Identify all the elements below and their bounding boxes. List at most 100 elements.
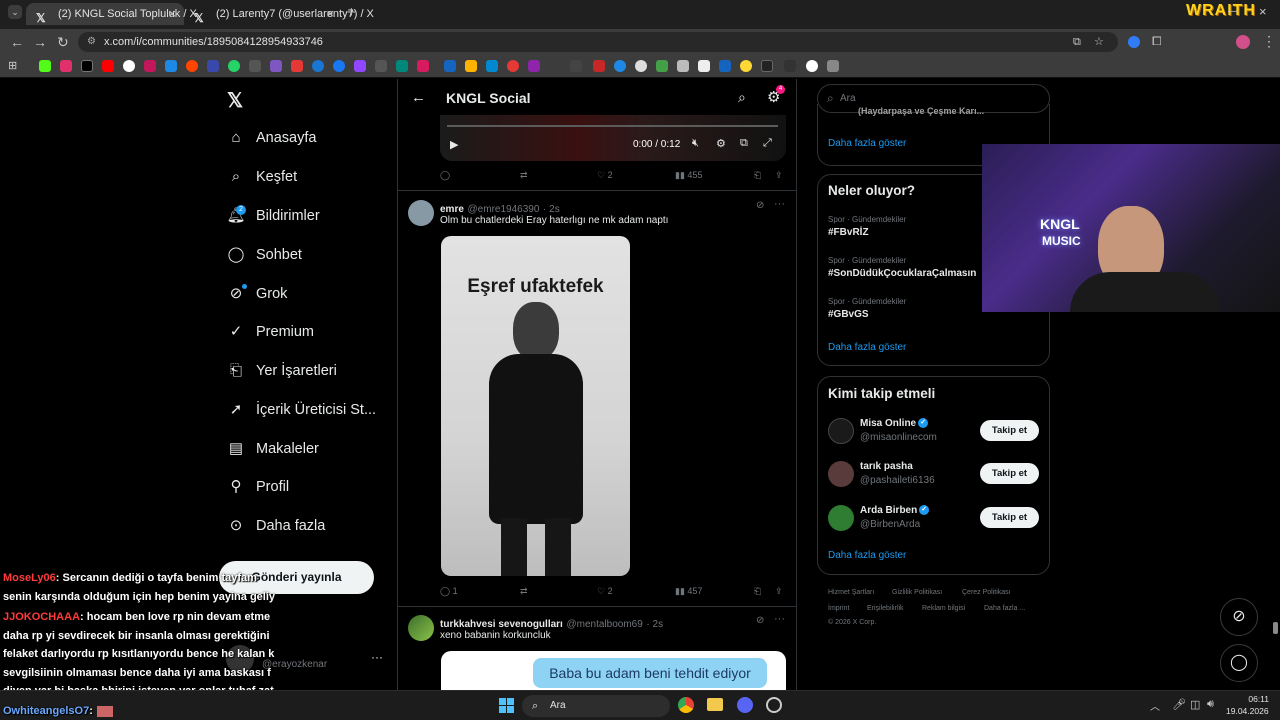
post-time[interactable]: · 2s [646,619,663,630]
footer-link[interactable]: Gizlilik Politikası [892,589,942,596]
retweet-icon[interactable]: ⇄ [520,586,528,597]
bookmark-star-icon[interactable]: ☆ [1094,32,1104,52]
reply-icon[interactable]: ◯ 1 [440,586,458,597]
bookmark-icon[interactable] [677,60,689,72]
search-icon[interactable]: ⌕ [738,89,746,106]
nav-bookmarks[interactable]: ⎗ Yer İşaretleri [226,356,337,386]
post-time[interactable]: · 2s [543,204,560,215]
video-player[interactable]: ▶ 0:00 / 0:12 🔇︎ ⚙ ⧉ ⤢ [440,115,786,161]
bookmark-icon[interactable] [784,60,796,72]
close-window-icon[interactable]: × [1259,4,1267,19]
taskbar-search[interactable]: ⌕ Ara [522,695,670,717]
profile-avatar[interactable] [1236,35,1250,49]
reload-icon[interactable]: ↻ [57,34,69,51]
cast-icon[interactable]: ⧉ [1073,32,1081,52]
post-author-name[interactable]: turkkahvesi sevenogulları [440,619,563,630]
bookmark-icon[interactable] [291,60,303,72]
url-input[interactable]: ⚙ x.com/i/communities/189508412895493374… [78,32,1118,52]
bookmark-icon[interactable] [614,60,626,72]
tab-kngl-social[interactable]: 𝕏 (2) KNGL Social Topluluk / X × [26,3,197,25]
tab-search-icon[interactable]: ⌄ [8,5,22,19]
grok-post-icon[interactable]: ⊘ [756,200,764,211]
post-more-icon[interactable]: ··· [774,198,785,210]
views-icon[interactable]: ▮▮ 457 [675,586,702,597]
fullscreen-icon[interactable]: ⤢ [763,137,772,150]
site-info-icon[interactable]: ⚙ [87,32,96,52]
browser-menu-icon[interactable]: ⋮ [1262,33,1276,50]
nav-articles[interactable]: ▤ Makaleler [226,434,319,464]
bookmark-x-icon[interactable] [81,60,93,72]
video-settings-icon[interactable]: ⚙ [716,137,726,150]
bookmark-icon[interactable] [635,60,647,72]
extensions-puzzle-icon[interactable]: ⧠ [1152,34,1162,49]
bookmark-icon[interactable] [417,60,429,72]
grok-float-button[interactable]: ⊘ [1220,598,1258,636]
avatar[interactable] [828,418,854,444]
footer-link[interactable]: Erişilebilirlik [867,605,904,612]
avatar[interactable] [828,461,854,487]
nav-more[interactable]: ⊙ Daha fazla [226,511,326,541]
reply-icon[interactable]: ◯ [440,170,450,181]
trend-tag[interactable]: #GBvGS [828,309,869,320]
account-more-icon[interactable]: ··· [371,650,383,664]
follow-button[interactable]: Takip et [980,507,1039,528]
follow-user-name[interactable]: Arda Birben ✓ [860,505,930,516]
bookmark-icon[interactable] [207,60,219,72]
new-tab-button[interactable]: + [347,4,356,21]
bookmark-icon[interactable] [593,60,605,72]
discord-icon[interactable] [737,697,753,713]
bookmark-icon[interactable] [656,60,668,72]
minimize-icon[interactable]: — [1228,6,1238,17]
post-image[interactable]: Baba bu adam beni tehdit ediyor [441,651,786,690]
avatar[interactable] [828,505,854,531]
show-more-link[interactable]: Daha fazla göster [828,550,906,561]
bookmark-icon[interactable] [396,60,408,72]
windows-start-icon[interactable] [499,698,514,713]
nav-explore[interactable]: ⌕ Keşfet [226,162,297,192]
bookmark-icon[interactable]: ⎗ [754,586,761,597]
footer-link[interactable]: Çerez Politikası [962,589,1011,596]
play-icon[interactable]: ▶ [450,138,458,151]
clock-date[interactable]: 19.04.2026 [1226,706,1269,716]
nav-home[interactable]: ⌂ Anasayfa [226,123,316,153]
share-icon[interactable]: ⇪ [775,586,783,597]
chrome-icon[interactable] [678,697,694,713]
bookmark-google-icon[interactable] [123,60,135,72]
video-progress-track[interactable] [447,125,778,127]
bookmark-icon[interactable] [165,60,177,72]
bookmark-youtube-icon[interactable] [102,60,114,72]
follow-button[interactable]: Takip et [980,463,1039,484]
bookmark-twitch-icon[interactable] [354,60,366,72]
avatar[interactable] [408,615,434,641]
tab-larenty7[interactable]: 𝕏 (2) Larenty7 (@userlarenty7) / X × [184,3,374,25]
bookmark-facebook-icon[interactable] [333,60,345,72]
footer-link[interactable]: İmprint [828,605,849,612]
show-more-link[interactable]: Daha fazla göster [828,342,906,353]
bookmark-icon[interactable] [698,60,710,72]
mute-icon[interactable]: 🔇︎ [692,137,699,150]
follow-button[interactable]: Takip et [980,420,1039,441]
apps-grid-icon[interactable]: ⊞ [8,60,20,72]
bookmark-icon[interactable] [486,60,498,72]
network-icon[interactable]: ◫ [1190,698,1200,711]
nav-chat[interactable]: ◯ Sohbet [226,240,302,270]
like-icon[interactable]: ♡ 2 [597,170,613,181]
follow-user-name[interactable]: Misa Online ✓ [860,418,929,429]
back-icon[interactable]: ← [10,34,24,50]
footer-link[interactable]: Hizmet Şartları [828,589,874,596]
show-more-link[interactable]: Daha fazla göster [828,138,906,149]
bookmark-icon[interactable]: ⎗ [754,170,761,181]
bookmark-icon[interactable] [528,60,540,72]
bookmark-icon[interactable] [806,60,818,72]
tray-chevron-icon[interactable]: ︿ [1150,698,1160,713]
forward-icon[interactable]: → [33,34,47,50]
bookmark-icon[interactable] [507,60,519,72]
file-explorer-icon[interactable] [707,698,723,711]
nav-creator-studio[interactable]: ➚ İçerik Üreticisi St... [226,395,376,425]
bookmark-icon[interactable] [761,60,773,72]
extension-icon[interactable] [1128,36,1140,48]
microphone-icon[interactable]: 🎤︎ [1172,698,1186,711]
like-icon[interactable]: ♡ 2 [597,586,613,597]
post-author-name[interactable]: emre [440,204,464,215]
x-home-logo-icon[interactable]: 𝕏 [227,88,243,113]
